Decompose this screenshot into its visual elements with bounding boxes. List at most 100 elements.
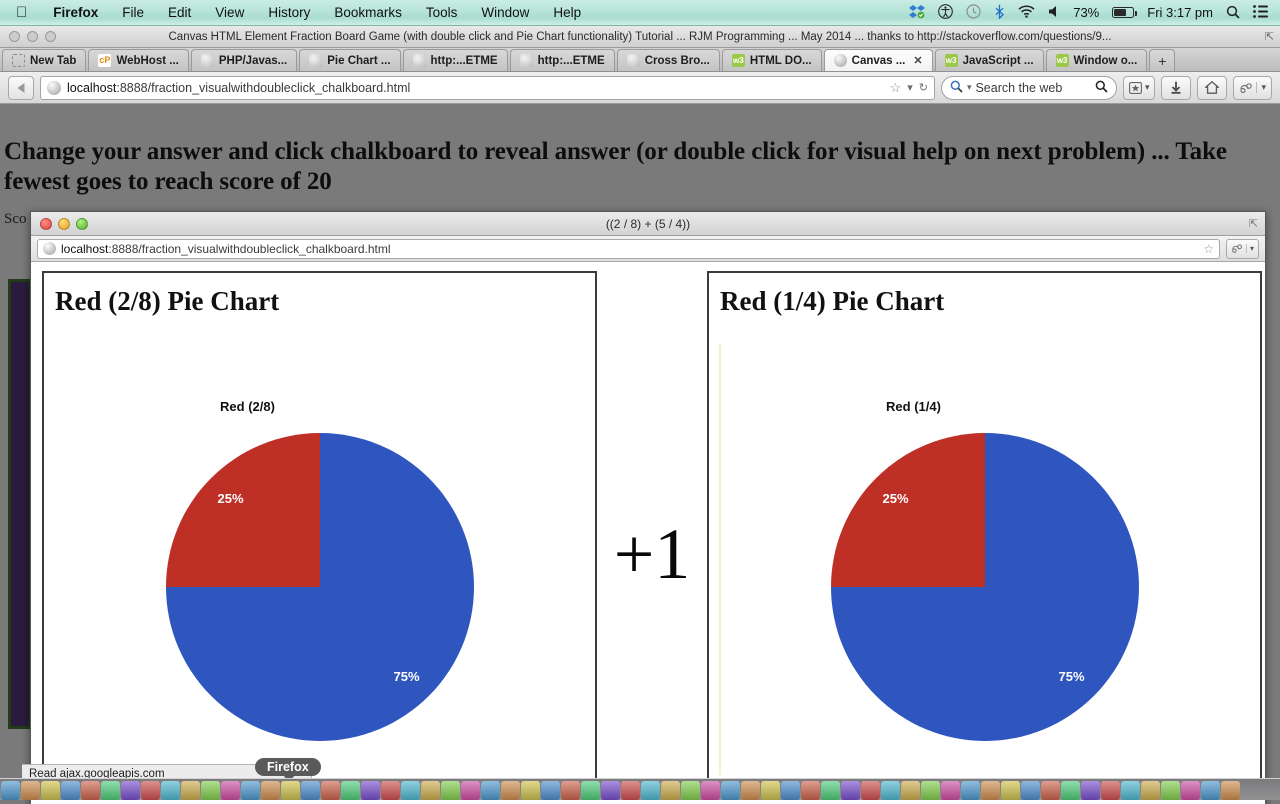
dock-item[interactable] — [161, 781, 180, 800]
dock[interactable] — [0, 778, 1280, 800]
volume-icon[interactable] — [1048, 5, 1060, 20]
menu-item-file[interactable]: File — [110, 5, 156, 20]
dock-item[interactable] — [321, 781, 340, 800]
dock-item[interactable] — [61, 781, 80, 800]
dock-item[interactable] — [661, 781, 680, 800]
menu-item-bookmarks[interactable]: Bookmarks — [322, 5, 414, 20]
wifi-icon[interactable] — [1018, 5, 1035, 20]
dock-item[interactable] — [121, 781, 140, 800]
menu-item-edit[interactable]: Edit — [156, 5, 203, 20]
dock-item[interactable] — [381, 781, 400, 800]
dock-item[interactable] — [201, 781, 220, 800]
star-icon[interactable]: ☆ — [1203, 242, 1214, 256]
dock-item[interactable] — [541, 781, 560, 800]
menu-item-history[interactable]: History — [256, 5, 322, 20]
dock-item[interactable] — [621, 781, 640, 800]
dock-item[interactable] — [241, 781, 260, 800]
dock-item[interactable] — [861, 781, 880, 800]
resize-grip-icon[interactable]: ⇱ — [1265, 30, 1274, 43]
dock-item[interactable] — [1101, 781, 1120, 800]
pie-chart-right[interactable]: 25% 75% — [831, 433, 1139, 741]
dock-item[interactable] — [81, 781, 100, 800]
tab-http-etme-1[interactable]: http:...ETME — [403, 49, 508, 71]
dock-item[interactable] — [801, 781, 820, 800]
tab-html-dom[interactable]: w3 HTML DO... — [722, 49, 822, 71]
dock-item[interactable] — [521, 781, 540, 800]
dock-item[interactable] — [581, 781, 600, 800]
tab-canvas[interactable]: Canvas ... ✕ — [824, 49, 933, 71]
accessibility-icon[interactable] — [938, 4, 953, 21]
dock-item[interactable] — [441, 781, 460, 800]
menu-item-window[interactable]: Window — [469, 5, 541, 20]
dock-item[interactable] — [841, 781, 860, 800]
bluetooth-icon[interactable] — [994, 4, 1005, 21]
dock-item[interactable] — [41, 781, 60, 800]
dock-item[interactable] — [1061, 781, 1080, 800]
dock-item[interactable] — [461, 781, 480, 800]
dock-item[interactable] — [821, 781, 840, 800]
addons-button[interactable]: ▾ — [1233, 76, 1272, 100]
dock-item[interactable] — [981, 781, 1000, 800]
star-icon[interactable]: ☆ — [890, 80, 902, 96]
downloads-button[interactable] — [1161, 76, 1191, 100]
home-button[interactable] — [1197, 76, 1227, 100]
dock-item[interactable] — [1081, 781, 1100, 800]
dock-item[interactable] — [1181, 781, 1200, 800]
notification-center-icon[interactable] — [1253, 5, 1268, 20]
dock-item[interactable] — [501, 781, 520, 800]
dock-item[interactable] — [701, 781, 720, 800]
dock-item[interactable] — [421, 781, 440, 800]
dock-item[interactable] — [901, 781, 920, 800]
dock-item[interactable] — [301, 781, 320, 800]
tab-cross-browser[interactable]: Cross Bro... — [617, 49, 720, 71]
chalkboard-panel[interactable] — [8, 279, 32, 729]
search-input[interactable]: ▾ Search the web — [941, 76, 1117, 100]
dock-item[interactable] — [221, 781, 240, 800]
dock-item[interactable] — [1001, 781, 1020, 800]
back-button[interactable] — [8, 76, 34, 100]
dock-item[interactable] — [21, 781, 40, 800]
tab-http-etme-2[interactable]: http:...ETME — [510, 49, 615, 71]
chevron-down-icon[interactable]: ▾ — [1256, 82, 1266, 93]
dock-item[interactable] — [281, 781, 300, 800]
close-icon[interactable]: ✕ — [913, 54, 922, 67]
dropbox-icon[interactable] — [909, 5, 925, 21]
tab-new-tab[interactable]: New Tab — [2, 49, 86, 71]
magnifier-icon[interactable] — [1095, 80, 1108, 96]
address-bar[interactable]: localhost:8888/fraction_visualwithdouble… — [40, 76, 935, 100]
dock-item[interactable] — [341, 781, 360, 800]
dock-item[interactable] — [181, 781, 200, 800]
dock-item[interactable] — [601, 781, 620, 800]
chevron-down-icon[interactable]: ▾ — [1145, 82, 1150, 93]
dock-item[interactable] — [101, 781, 120, 800]
tab-php-javascript[interactable]: PHP/Javas... — [191, 49, 297, 71]
dock-item[interactable] — [141, 781, 160, 800]
new-tab-button[interactable]: + — [1149, 49, 1175, 71]
menu-item-view[interactable]: View — [203, 5, 256, 20]
menu-item-firefox[interactable]: Firefox — [41, 5, 110, 20]
tab-window-open[interactable]: w3 Window o... — [1046, 49, 1148, 71]
dock-item[interactable] — [561, 781, 580, 800]
dock-item[interactable] — [741, 781, 760, 800]
dock-item[interactable] — [1041, 781, 1060, 800]
dock-item[interactable] — [681, 781, 700, 800]
chevron-down-icon[interactable]: ▾ — [1246, 244, 1254, 253]
dock-item[interactable] — [1121, 781, 1140, 800]
menubar-clock[interactable]: Fri 3:17 pm — [1147, 6, 1213, 19]
battery-icon[interactable] — [1112, 7, 1134, 18]
timemachine-icon[interactable] — [966, 4, 981, 21]
pie-chart-left[interactable]: 25% 75% — [166, 433, 474, 741]
reload-icon[interactable]: ↻ — [919, 81, 928, 94]
dock-item[interactable] — [881, 781, 900, 800]
dock-item[interactable] — [1021, 781, 1040, 800]
tab-webhost[interactable]: cP WebHost ... — [88, 49, 188, 71]
chevron-down-icon[interactable]: ▾ — [967, 82, 972, 93]
menu-item-tools[interactable]: Tools — [414, 5, 470, 20]
dock-item[interactable] — [1141, 781, 1160, 800]
dock-item[interactable] — [1161, 781, 1180, 800]
menu-item-help[interactable]: Help — [541, 5, 593, 20]
dock-item[interactable] — [921, 781, 940, 800]
bookmarks-button[interactable]: ▾ — [1123, 76, 1156, 100]
dock-item[interactable] — [941, 781, 960, 800]
dock-item[interactable] — [1, 781, 20, 800]
